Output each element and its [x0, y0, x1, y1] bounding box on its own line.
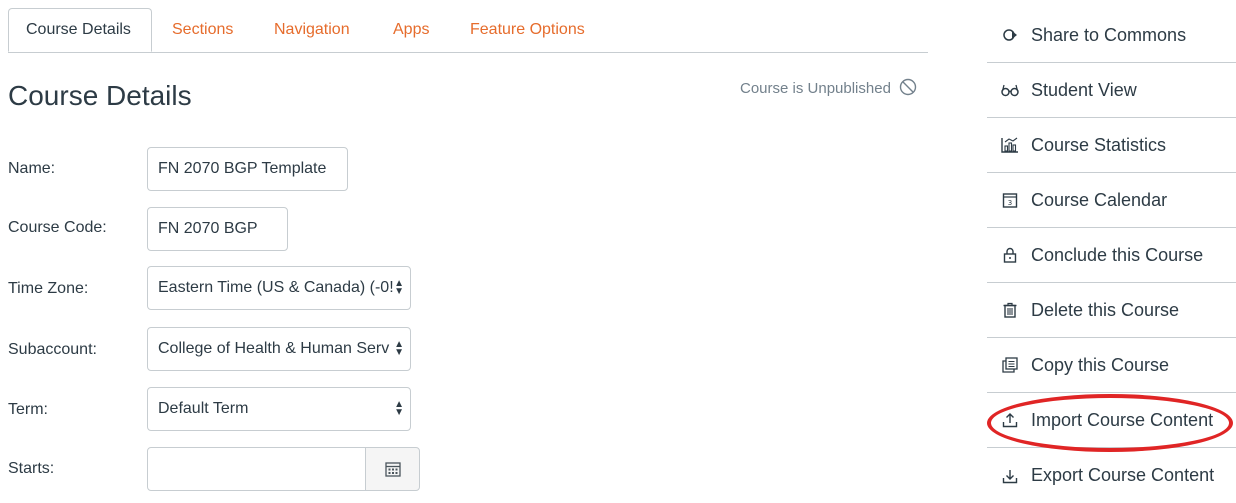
glasses-icon — [1001, 81, 1019, 99]
course-statistics-button[interactable]: Course Statistics — [987, 118, 1236, 173]
share-to-commons-label: Share to Commons — [1031, 24, 1187, 45]
publish-status: Course is Unpublished — [740, 78, 917, 97]
trash-icon — [1001, 301, 1019, 319]
term-label: Term: — [8, 401, 48, 418]
copy-icon — [1001, 356, 1019, 374]
copy-course-button[interactable]: Copy this Course — [987, 338, 1236, 393]
tab-navigation[interactable]: Navigation — [274, 8, 350, 52]
export-course-content-button[interactable]: Export Course Content — [987, 448, 1236, 503]
select-arrows-icon: ▲ ▼ — [394, 399, 404, 418]
import-course-content-button[interactable]: Import Course Content — [987, 393, 1236, 448]
subaccount-select[interactable]: College of Health & Human Serv ▲ ▼ — [147, 327, 411, 371]
course-code-label: Course Code: — [8, 219, 107, 236]
name-input[interactable]: FN 2070 BGP Template — [147, 147, 348, 191]
download-icon — [1001, 467, 1019, 485]
lock-icon — [1001, 246, 1019, 264]
export-course-content-label: Export Course Content — [1031, 465, 1215, 485]
publish-status-text: Course is Unpublished — [740, 80, 891, 97]
name-label: Name: — [8, 160, 56, 177]
select-arrows-icon: ▲ ▼ — [394, 339, 404, 358]
starts-date-input[interactable] — [147, 447, 366, 491]
settings-tabs: Course Details Sections Navigation Apps … — [8, 8, 928, 53]
page-title: Course Details — [8, 80, 192, 111]
conclude-course-label: Conclude this Course — [1031, 244, 1204, 265]
time-zone-value: Eastern Time (US & Canada) (-0! — [158, 279, 394, 296]
date-picker-button[interactable] — [365, 447, 420, 491]
tab-course-details[interactable]: Course Details — [8, 8, 152, 52]
select-arrows-icon: ▲ ▼ — [394, 278, 404, 297]
share-to-commons-button[interactable]: Share to Commons — [987, 8, 1236, 63]
conclude-course-button[interactable]: Conclude this Course — [987, 228, 1236, 283]
share-icon — [1001, 26, 1019, 44]
student-view-button[interactable]: Student View — [987, 63, 1236, 118]
upload-icon — [1001, 411, 1019, 429]
tab-sections[interactable]: Sections — [172, 8, 233, 52]
import-course-content-label: Import Course Content — [1031, 409, 1214, 430]
subaccount-value: College of Health & Human Serv — [158, 340, 390, 357]
calendar-icon — [384, 462, 401, 477]
delete-course-label: Delete this Course — [1031, 299, 1180, 320]
time-zone-label: Time Zone: — [8, 280, 89, 297]
starts-label: Starts: — [8, 460, 55, 477]
course-code-input[interactable]: FN 2070 BGP — [147, 207, 288, 251]
tab-apps[interactable]: Apps — [393, 8, 429, 52]
calendar-icon: 3 — [1001, 191, 1019, 209]
time-zone-select[interactable]: Eastern Time (US & Canada) (-0! ▲ ▼ — [147, 266, 411, 310]
tab-feature-options[interactable]: Feature Options — [470, 8, 585, 52]
student-view-label: Student View — [1031, 79, 1137, 100]
term-value: Default Term — [158, 400, 249, 417]
unpublished-icon — [899, 78, 917, 96]
term-select[interactable]: Default Term ▲ ▼ — [147, 387, 411, 431]
delete-course-button[interactable]: Delete this Course — [987, 283, 1236, 338]
copy-course-label: Copy this Course — [1031, 354, 1170, 375]
subaccount-label: Subaccount: — [8, 341, 97, 358]
course-statistics-label: Course Statistics — [1031, 134, 1167, 155]
svg-text:3: 3 — [1008, 199, 1012, 207]
course-calendar-label: Course Calendar — [1031, 189, 1168, 210]
statistics-icon — [1001, 136, 1019, 154]
course-calendar-button[interactable]: 3 Course Calendar — [987, 173, 1236, 228]
